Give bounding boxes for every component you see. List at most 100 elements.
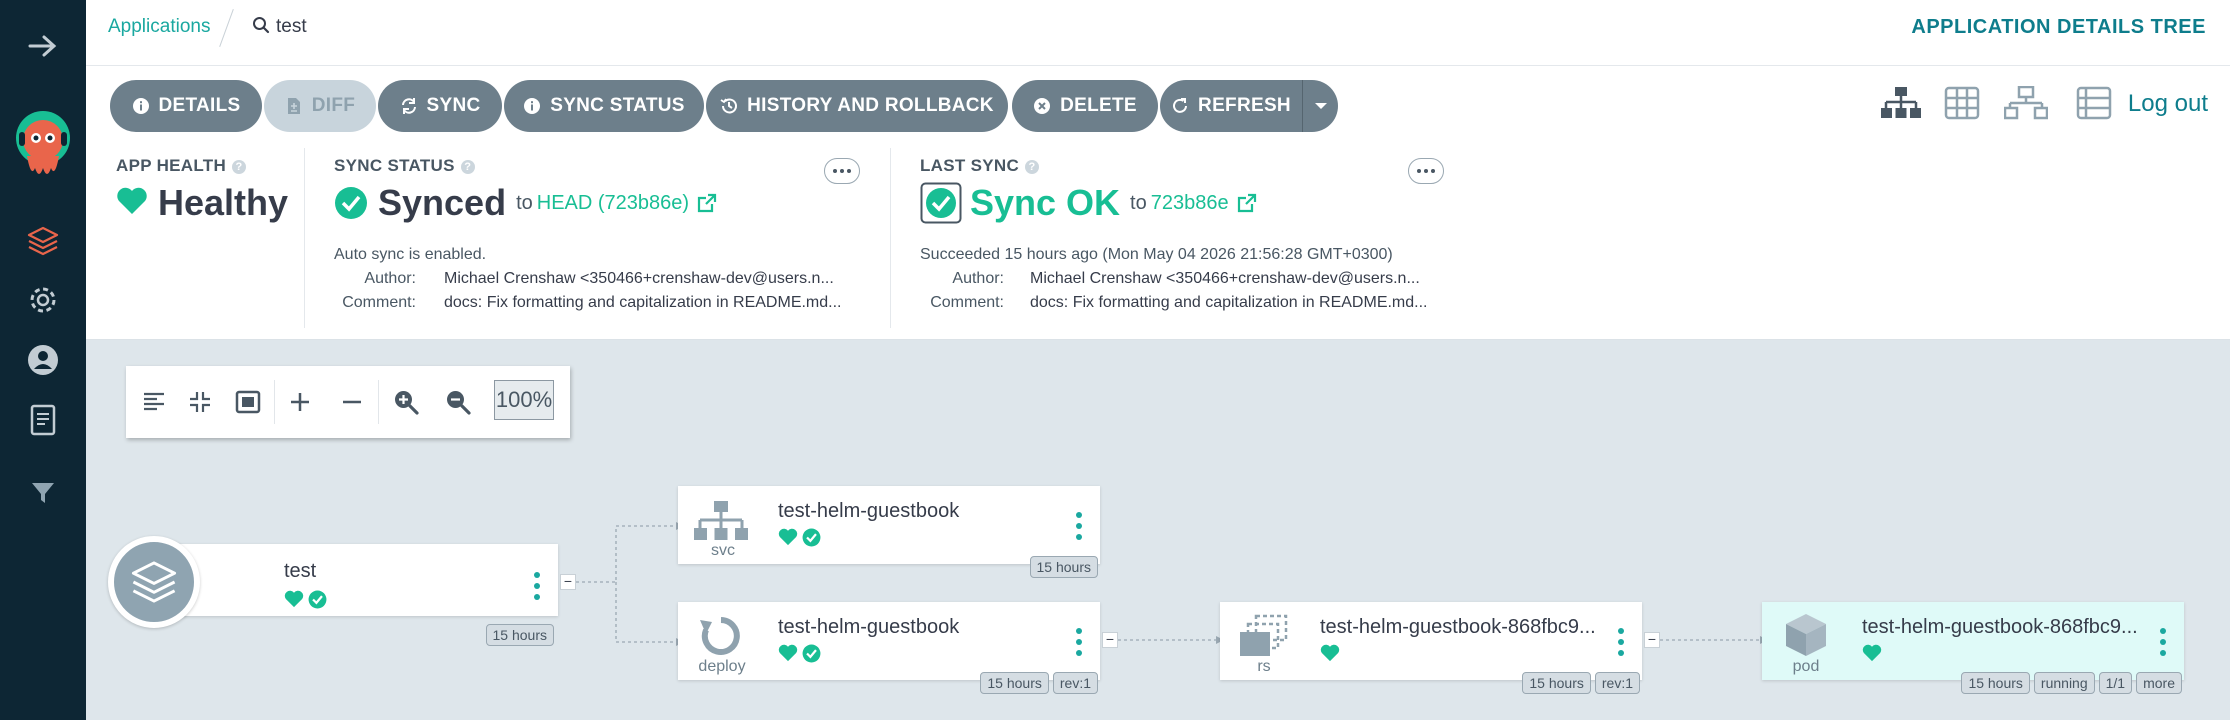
app-health-value: Healthy [116,182,288,224]
sync-status-button[interactable]: SYNC STATUS [504,80,704,132]
last-sync-author-value: Michael Crenshaw <350466+crenshaw-dev@us… [1030,270,1420,287]
revision-tag: rev:1 [1594,672,1640,694]
heart-icon [778,528,798,552]
gear-icon[interactable] [0,284,86,316]
node-tags: 15 hours rev:1 [980,672,1098,694]
refresh-dropdown-button[interactable] [1302,80,1338,132]
status-tag: running [2033,672,2095,694]
last-sync-author-key: Author: [952,270,1004,287]
last-sync-revision-link[interactable]: 723b86e [1151,192,1229,215]
sync-label: SYNC [426,95,481,116]
breadcrumb-separator [219,9,234,47]
node-name: test-helm-guestbook-868fbc9... [1320,616,1596,638]
heart-icon [1320,644,1340,667]
refresh-button[interactable]: REFRESH [1160,80,1302,132]
node-name: test-helm-guestbook [778,616,960,638]
page-title: APPLICATION DETAILS TREE [1911,16,2206,38]
node-actions-menu-icon[interactable] [534,572,540,600]
search-icon [252,16,270,39]
collapse-toggle[interactable]: − [560,574,576,590]
external-link-icon[interactable] [1237,193,1257,213]
ready-tag: 1/1 [2098,672,2133,694]
rs-node[interactable]: rs test-helm-guestbook-868fbc9... 15 hou… [1220,602,1642,694]
age-tag: 15 hours [1522,672,1591,694]
heart-icon [284,590,304,614]
node-name: test-helm-guestbook [778,500,960,522]
age-tag: 15 hours [1961,672,2030,694]
breadcrumb-search-term[interactable]: test [276,16,307,38]
sync-author-key: Author: [364,270,416,287]
diff-label: DIFF [311,95,356,116]
info-icon [523,97,541,115]
delete-icon [1033,97,1051,115]
check-circle-icon [920,182,962,224]
history-rollback-label: HISTORY AND ROLLBACK [747,95,994,116]
sync-comment-key: Comment: [342,294,416,311]
node-name: test-helm-guestbook-868fbc9... [1862,616,2138,638]
status-panel: APP HEALTH? Healthy SYNC STATUS? Synced … [86,142,2230,340]
sync-icon [400,97,418,115]
application-node[interactable]: test 15 hours [146,544,558,646]
network-view-icon[interactable] [2003,85,2049,125]
user-icon[interactable] [0,344,86,376]
collapse-toggle[interactable]: − [1644,632,1660,648]
svc-node[interactable]: svc test-helm-guestbook 15 hours [678,486,1100,578]
layers-icon[interactable] [0,224,86,258]
refresh-icon [1171,97,1189,115]
node-kind: svc [711,542,735,559]
filter-icon[interactable] [0,482,86,504]
grid-view-icon[interactable] [1944,86,1980,125]
delete-button[interactable]: DELETE [1012,80,1158,132]
application-icon [108,536,200,628]
age-tag: 15 hours [485,624,554,646]
age-tag: 15 hours [1029,556,1098,578]
age-tag: 15 hours [980,672,1049,694]
details-button[interactable]: DETAILS [110,80,262,132]
sync-status-revision-link[interactable]: HEAD (723b86e) [537,192,689,215]
sync-author-value: Michael Crenshaw <350466+crenshaw-dev@us… [444,270,834,287]
node-tags: 15 hours rev:1 [1522,672,1640,694]
collapse-toggle[interactable]: − [1102,632,1118,648]
node-actions-menu-icon[interactable] [2160,628,2166,656]
heart-icon [116,182,148,224]
node-actions-menu-icon[interactable] [1618,628,1624,656]
check-circle-icon [802,644,821,668]
external-link-icon[interactable] [697,193,717,213]
resource-tree-graph[interactable]: 100% test 15 hours − svc test-helm-guest… [86,340,2230,720]
sync-status-value: Synced to HEAD (723b86e) [334,182,717,224]
argo-logo-icon[interactable] [0,108,86,184]
tree-view-icon[interactable] [1880,86,1922,125]
service-icon [694,500,748,547]
check-circle-icon [334,186,368,220]
node-tags: 15 hours [1029,556,1098,578]
node-status-icons [1862,644,1882,667]
node-actions-menu-icon[interactable] [1076,512,1082,540]
deploy-node[interactable]: deploy test-helm-guestbook 15 hours rev:… [678,602,1100,694]
deployment-icon [698,614,744,663]
history-rollback-button[interactable]: HISTORY AND ROLLBACK [706,80,1008,132]
sidebar [0,0,86,720]
node-status-icons [778,528,821,552]
list-view-icon[interactable] [2076,86,2112,125]
pod-node[interactable]: pod test-helm-guestbook-868fbc9... 15 ho… [1762,602,2184,694]
sync-button[interactable]: SYNC [378,80,502,132]
arrow-right-icon[interactable] [0,34,86,58]
action-toolbar: DETAILS DIFF SYNC SYNC STATUS HISTORY AN… [86,66,2230,142]
breadcrumb-applications[interactable]: Applications [108,16,210,38]
last-sync-more-button[interactable] [1408,158,1444,184]
info-icon [132,97,150,115]
docs-icon[interactable] [0,404,86,436]
sync-status-label: SYNC STATUS [550,95,685,116]
last-sync-comment-value: docs: Fix formatting and capitalization … [1030,294,1428,311]
panel-divider [304,148,305,328]
more-tag[interactable]: more [2136,672,2182,694]
app-health-label: APP HEALTH? [116,156,247,176]
diff-button[interactable]: DIFF [264,80,376,132]
sync-status-more-button[interactable] [824,158,860,184]
logout-link[interactable]: Log out [2128,90,2208,118]
node-status-icons [778,644,821,668]
last-sync-value: Sync OK to 723b86e [920,182,1257,224]
check-circle-icon [802,528,821,552]
details-label: DETAILS [158,95,241,116]
node-actions-menu-icon[interactable] [1076,628,1082,656]
